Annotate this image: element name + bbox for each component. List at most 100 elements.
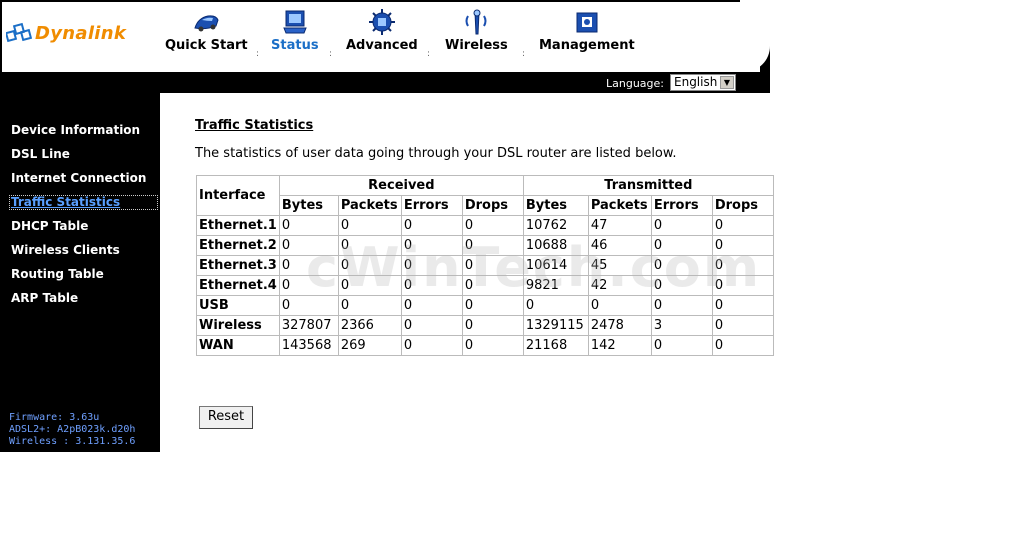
language-label: Language: (606, 77, 664, 90)
adsl-version: ADSL2+: A2pB023k.d20h (9, 424, 136, 435)
column-header: Bytes (278, 195, 339, 216)
table-cell: 10688 (522, 235, 589, 256)
table-row: Ethernet.4 0 0 0 0 9821 42 0 0 (196, 275, 774, 296)
column-header: Bytes (522, 195, 589, 216)
table-cell: 327807 (278, 315, 339, 336)
table-cell: 0 (461, 335, 524, 356)
table-cell: 0 (587, 295, 652, 316)
transmitted-header: Transmitted (522, 175, 774, 196)
table-cell: 2478 (587, 315, 652, 336)
table-cell: 47 (587, 215, 652, 236)
nav-status[interactable]: Status (271, 8, 319, 53)
table-cell: 0 (337, 295, 402, 316)
traffic-statistics-table: Interface Received Transmitted Bytes Pack… (196, 175, 774, 356)
table-cell: 46 (587, 235, 652, 256)
table-cell: 3 (650, 315, 713, 336)
table-cell: 0 (650, 255, 713, 276)
interface-name: Ethernet.1 (196, 215, 280, 236)
page-description: The statistics of user data going throug… (195, 146, 677, 161)
language-value: English (674, 75, 718, 89)
sidebar-item-dhcp-table[interactable]: DHCP Table (11, 219, 88, 233)
column-header: Errors (650, 195, 713, 216)
car-icon (194, 15, 219, 32)
table-cell: 0 (400, 275, 463, 296)
table-row: Ethernet.2 0 0 0 0 10688 46 0 0 (196, 235, 774, 256)
table-cell: 0 (711, 335, 774, 356)
interface-header: Interface (196, 175, 280, 216)
interface-name: Wireless (196, 315, 280, 336)
sidebar-item-internet-connection[interactable]: Internet Connection (11, 171, 146, 185)
nav-separator: : (427, 49, 431, 59)
sidebar-item-routing-table[interactable]: Routing Table (11, 267, 104, 281)
interface-name: Ethernet.3 (196, 255, 280, 276)
table-cell: 0 (711, 295, 774, 316)
table-cell: 0 (461, 275, 524, 296)
table-cell: 0 (400, 295, 463, 316)
content-corner (160, 93, 200, 133)
language-select[interactable]: English ▼ (670, 74, 736, 91)
interface-name: Ethernet.2 (196, 235, 280, 256)
column-header: Drops (461, 195, 524, 216)
table-cell: 0 (400, 315, 463, 336)
table-cell: 0 (461, 235, 524, 256)
sidebar-item-wireless-clients[interactable]: Wireless Clients (11, 243, 120, 257)
table-cell: 0 (650, 235, 713, 256)
table-cell: 0 (337, 255, 402, 276)
table-row: Ethernet.3 0 0 0 0 10614 45 0 0 (196, 255, 774, 276)
table-row: Ethernet.1 0 0 0 0 10762 47 0 0 (196, 215, 774, 236)
table-cell: 0 (711, 235, 774, 256)
table-cell: 45 (587, 255, 652, 276)
table-cell: 0 (337, 235, 402, 256)
wireless-version: Wireless : 3.131.35.6 (9, 436, 136, 447)
nav-separator: : (329, 49, 333, 59)
monitor-icon (283, 10, 307, 34)
table-body: Ethernet.1 0 0 0 0 10762 47 0 0 Ethernet.2 0 0 0 0 106… (196, 215, 774, 356)
table-cell: 0 (461, 295, 524, 316)
subheader-row: Bytes Packets Errors Drops Bytes Packets Error… (197, 195, 774, 216)
chevron-down-icon: ▼ (720, 76, 734, 89)
nav-wireless[interactable]: Wireless (445, 8, 508, 53)
table-cell: 10762 (522, 215, 589, 236)
received-header: Received (278, 175, 524, 196)
table-cell: 42 (587, 275, 652, 296)
table-cell: 0 (711, 255, 774, 276)
table-cell: 0 (278, 275, 339, 296)
sidebar-item-dsl-line[interactable]: DSL Line (11, 147, 70, 161)
sidebar: Device Information DSL Line Internet Con… (0, 93, 160, 452)
reset-button[interactable]: Reset (199, 406, 253, 429)
table-cell: 0 (522, 295, 589, 316)
table-cell: 0 (337, 275, 402, 296)
sidebar-item-arp-table[interactable]: ARP Table (11, 291, 78, 305)
nav-management[interactable]: Management (539, 8, 635, 53)
sidebar-item-traffic-statistics[interactable]: Traffic Statistics (11, 195, 120, 209)
nav-separator: : (256, 49, 260, 59)
table-row: USB 0 0 0 0 0 0 0 0 (196, 295, 774, 316)
table-cell: 269 (337, 335, 402, 356)
column-header: Errors (400, 195, 463, 216)
table-cell: 21168 (522, 335, 589, 356)
sidebar-item-device-information[interactable]: Device Information (11, 123, 140, 137)
table-cell: 0 (711, 275, 774, 296)
nav-label: Quick Start (165, 38, 248, 53)
table-cell: 0 (278, 215, 339, 236)
interface-name: Ethernet.4 (196, 275, 280, 296)
interface-name: USB (196, 295, 280, 316)
page-title: Traffic Statistics (195, 118, 314, 133)
nav-label: Status (271, 38, 319, 53)
nav-quick-start[interactable]: Quick Start (165, 8, 248, 53)
table-cell: 0 (461, 315, 524, 336)
language-bar: Language: English ▼ (0, 72, 770, 93)
table-cell: 9821 (522, 275, 589, 296)
table-cell: 0 (711, 215, 774, 236)
table-cell: 0 (400, 215, 463, 236)
antenna-icon (465, 9, 487, 35)
chip-icon (368, 9, 395, 35)
nav-advanced[interactable]: Advanced (346, 8, 418, 53)
brand-logo: Dynalink (6, 22, 126, 44)
nav-label: Advanced (346, 38, 418, 53)
table-cell: 0 (400, 335, 463, 356)
nav-label: Wireless (445, 38, 508, 53)
nav-label: Management (539, 38, 635, 53)
table-cell: 0 (278, 235, 339, 256)
table-cell: 0 (400, 255, 463, 276)
